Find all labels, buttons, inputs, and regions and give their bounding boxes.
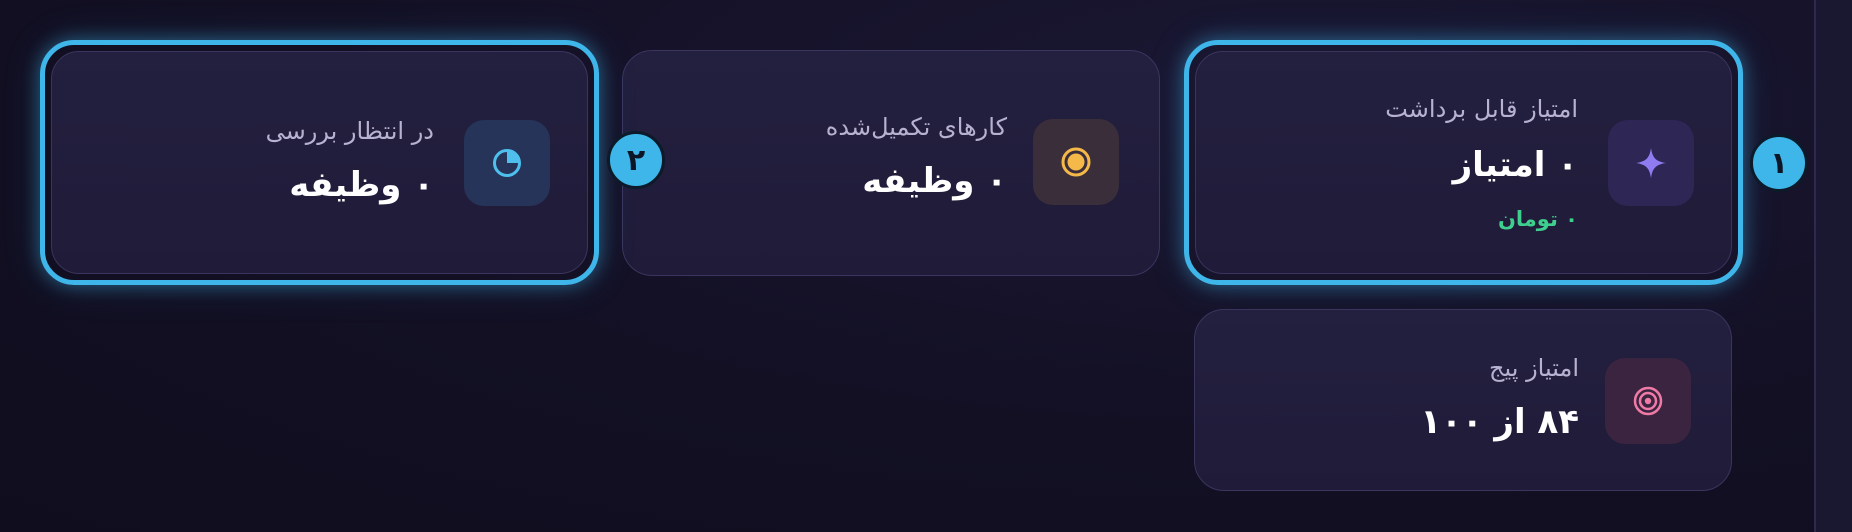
pending-review-value: ۰ وظیفه [289, 165, 434, 205]
sparkle-icon [1608, 120, 1694, 206]
completed-tasks-label: کارهای تکمیل‌شده [825, 113, 1007, 141]
pending-review-card[interactable]: در انتظار بررسی ۰ وظیفه [40, 40, 599, 285]
withdrawable-points-label: امتیاز قابل برداشت [1385, 95, 1578, 123]
page-score-label: امتیاز پیج [1489, 354, 1579, 382]
withdrawable-toman-value: ۰ تومان [1497, 207, 1578, 231]
coin-icon [1033, 119, 1119, 205]
scrollbar-track[interactable] [1814, 0, 1852, 532]
page-score-card[interactable]: امتیاز پیج ۸۴ از ۱۰۰ [1194, 309, 1732, 491]
pending-review-label: در انتظار بررسی [265, 117, 434, 145]
page-score-value: ۸۴ از ۱۰۰ [1420, 402, 1579, 442]
target-icon [1605, 358, 1691, 444]
completed-tasks-card[interactable]: کارهای تکمیل‌شده ۰ وظیفه [622, 50, 1160, 276]
pie-chart-icon [464, 120, 550, 206]
withdrawable-points-card[interactable]: امتیاز قابل برداشت ۰ امتیاز ۰ تومان [1184, 40, 1743, 285]
completed-tasks-value: ۰ وظیفه [862, 161, 1007, 201]
step-badge-1: ۱ [1750, 134, 1808, 192]
step-badge-2: ۲ [607, 131, 665, 189]
withdrawable-points-value: ۰ امتیاز [1452, 145, 1578, 185]
